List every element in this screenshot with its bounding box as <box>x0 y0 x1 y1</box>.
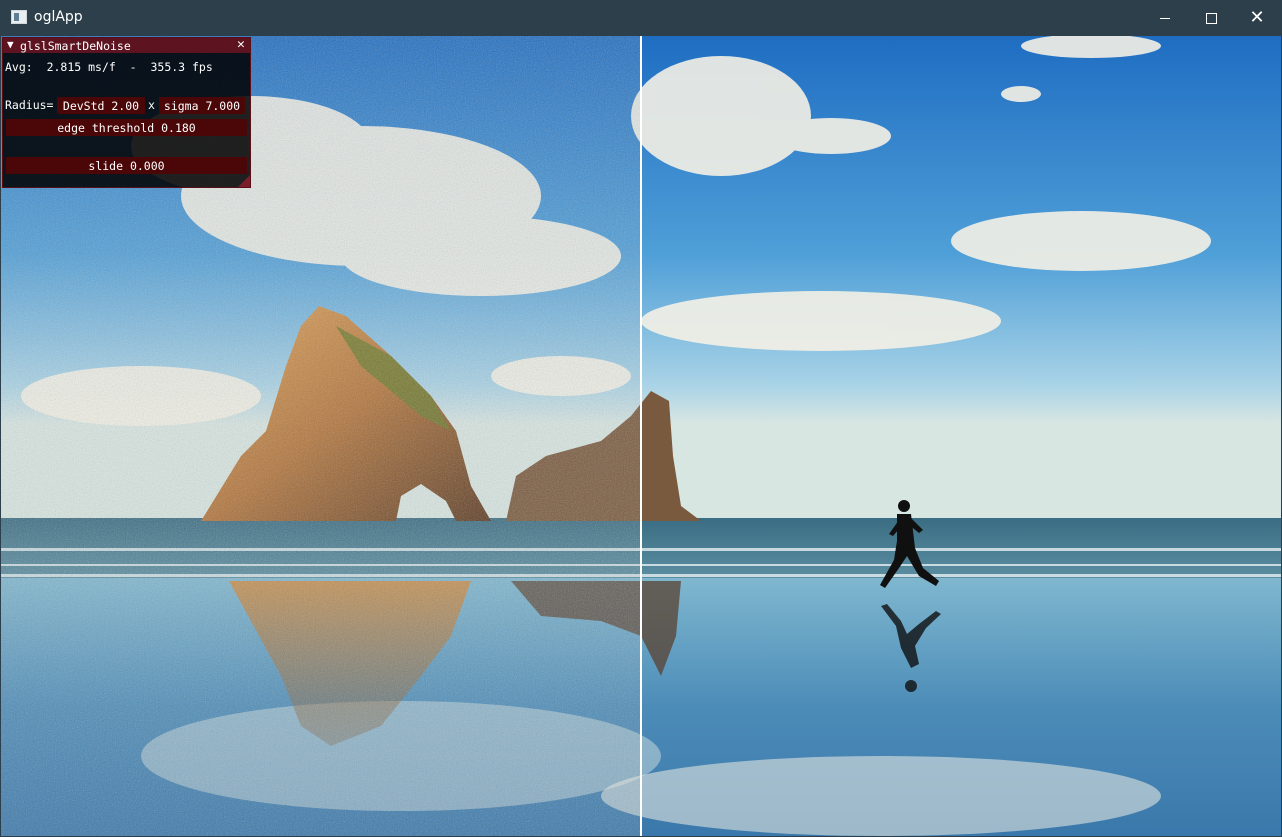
radius-label: Radius= <box>5 98 54 112</box>
app-window: oglApp ✕ ▼ glslSmartDeNoise ✕ Avg: 2.815… <box>0 0 1282 837</box>
panel-close-icon[interactable]: ✕ <box>237 37 245 52</box>
close-icon: ✕ <box>1249 7 1265 28</box>
x-label: x <box>148 98 155 112</box>
collapse-arrow-icon[interactable]: ▼ <box>7 38 14 51</box>
minimize-button[interactable] <box>1142 0 1188 36</box>
title-bar[interactable]: oglApp ✕ <box>0 0 1282 36</box>
sigma-slider[interactable]: sigma 7.000 <box>159 97 245 114</box>
render-viewport[interactable]: ▼ glslSmartDeNoise ✕ Avg: 2.815 ms/f - 3… <box>1 36 1281 836</box>
panel-header[interactable]: ▼ glslSmartDeNoise ✕ <box>3 37 250 53</box>
fps-value: 355.3 fps <box>150 60 213 74</box>
denoise-panel[interactable]: ▼ glslSmartDeNoise ✕ Avg: 2.815 ms/f - 3… <box>2 37 251 188</box>
panel-title: glslSmartDeNoise <box>20 39 131 53</box>
slide-slider[interactable]: slide 0.000 <box>6 157 247 174</box>
close-button[interactable]: ✕ <box>1234 0 1280 36</box>
maximize-button[interactable] <box>1188 0 1234 36</box>
split-divider[interactable] <box>640 36 642 836</box>
avg-ms-value: 2.815 ms/f <box>46 60 116 74</box>
devstd-slider[interactable]: DevStd 2.00 <box>57 97 145 114</box>
stats-row: Avg: 2.815 ms/f - 355.3 fps <box>5 60 213 74</box>
edge-threshold-slider[interactable]: edge threshold 0.180 <box>6 119 247 136</box>
resize-grip[interactable] <box>238 175 250 187</box>
app-icon <box>11 10 27 24</box>
window-title: oglApp <box>34 9 83 25</box>
stats-separator: - <box>129 60 137 74</box>
avg-label: Avg: <box>5 60 33 74</box>
